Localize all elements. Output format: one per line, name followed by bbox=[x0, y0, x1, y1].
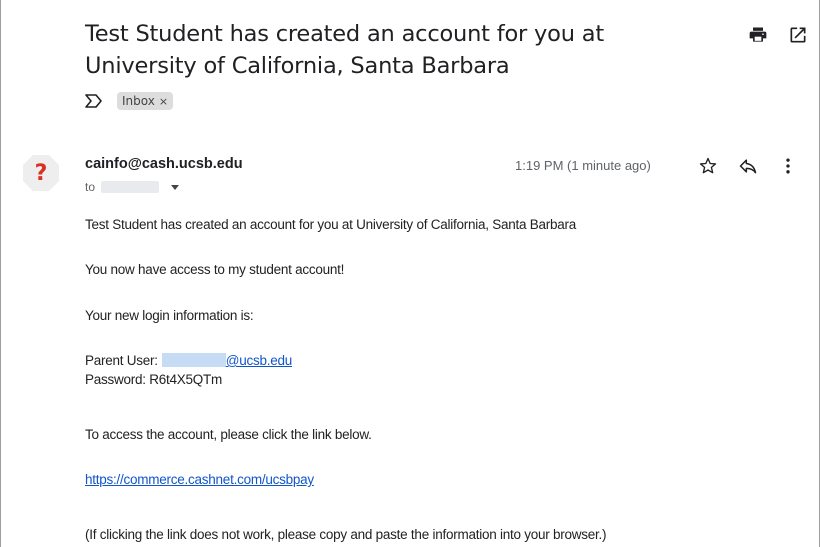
cashnet-link[interactable]: https://commerce.cashnet.com/ucsbpay bbox=[85, 472, 314, 487]
parent-user-email-link[interactable]: @ucsb.edu bbox=[226, 353, 293, 368]
label-chip-inbox[interactable]: Inbox × bbox=[117, 92, 174, 110]
sender-address[interactable]: cainfo@cash.ucsb.edu bbox=[85, 156, 243, 172]
body-line-instructions: To access the account, please click the … bbox=[85, 427, 372, 442]
star-button[interactable] bbox=[695, 153, 721, 179]
more-vert-icon bbox=[786, 158, 790, 174]
remove-label-button[interactable]: × bbox=[159, 95, 168, 108]
email-view: Test Student has created an account for … bbox=[0, 0, 820, 547]
label-important-button[interactable] bbox=[85, 93, 105, 109]
reply-icon bbox=[739, 159, 757, 174]
parent-user-redacted bbox=[161, 353, 226, 367]
sender-avatar[interactable]: ? bbox=[21, 153, 61, 193]
avatar-glyph: ? bbox=[34, 160, 48, 186]
message-actions bbox=[695, 153, 801, 179]
body-line-parent-user: Parent User: @ucsb.edu bbox=[85, 352, 292, 369]
message-timestamp: 1:19 PM (1 minute ago) bbox=[515, 158, 651, 173]
label-important-icon bbox=[85, 94, 102, 108]
open-in-new-window-icon bbox=[790, 27, 806, 43]
parent-user-label: Parent User: bbox=[85, 353, 158, 368]
body-line-login-info: Your new login information is: bbox=[85, 308, 254, 323]
chevron-down-icon[interactable] bbox=[171, 184, 180, 190]
print-icon bbox=[749, 27, 767, 42]
body-line-fallback: (If clicking the link does not work, ple… bbox=[85, 527, 607, 542]
body-line-password: Password: R6t4X5QTm bbox=[85, 372, 223, 387]
body-line-link: https://commerce.cashnet.com/ucsbpay bbox=[85, 471, 314, 488]
to-label: to bbox=[85, 180, 96, 194]
email-subject: Test Student has created an account for … bbox=[85, 21, 604, 79]
recipient-redacted bbox=[101, 181, 160, 193]
more-options-button[interactable] bbox=[775, 153, 801, 179]
header-actions bbox=[745, 22, 811, 48]
recipient-line: to bbox=[85, 180, 180, 194]
print-button[interactable] bbox=[745, 22, 771, 48]
open-in-new-window-button[interactable] bbox=[785, 22, 811, 48]
body-line-intro: Test Student has created an account for … bbox=[85, 217, 577, 232]
body-line-access: You now have access to my student accoun… bbox=[85, 262, 345, 277]
label-chip-text: Inbox bbox=[122, 94, 155, 108]
reply-button[interactable] bbox=[735, 153, 761, 179]
star-icon bbox=[699, 157, 717, 174]
email-labels: Inbox × bbox=[85, 92, 174, 110]
